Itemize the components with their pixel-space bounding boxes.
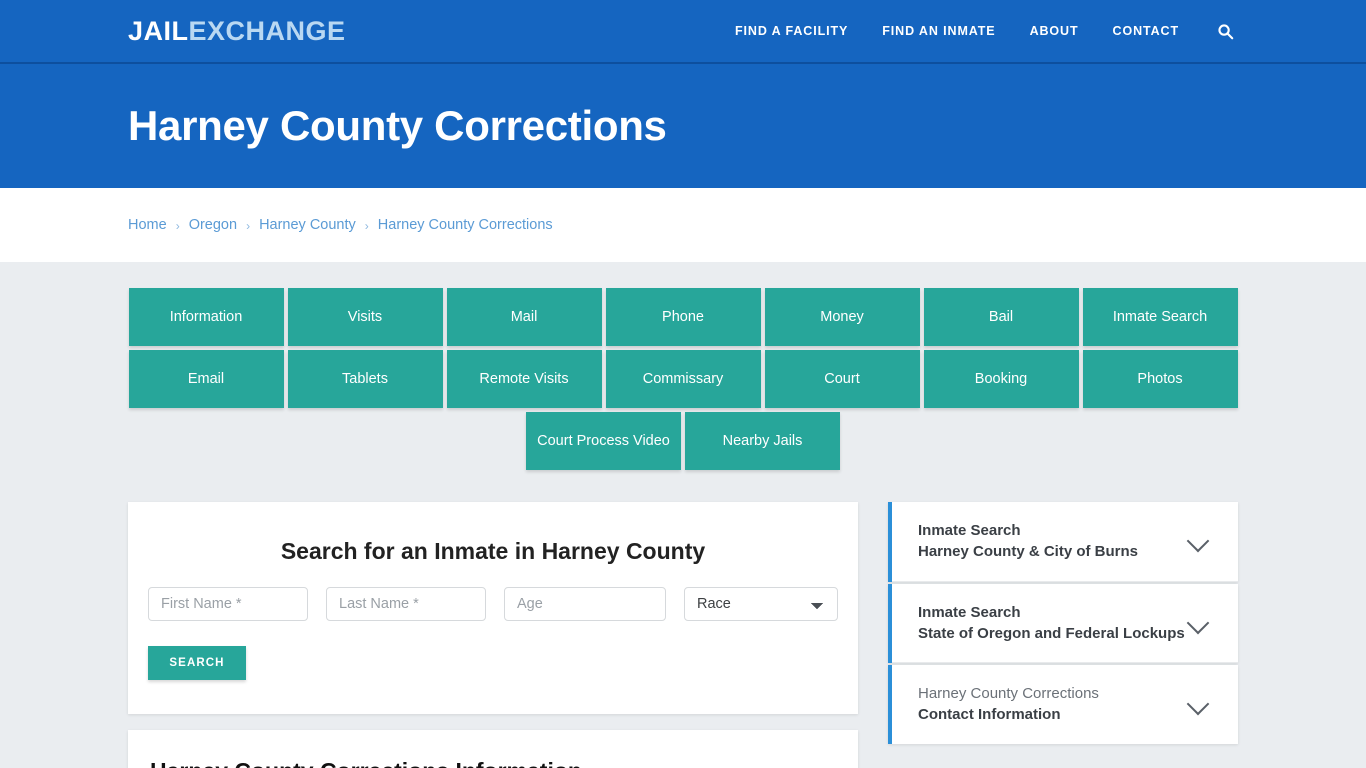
tile-money[interactable]: Money: [764, 288, 920, 346]
breadcrumb-item-home[interactable]: Home: [128, 217, 167, 233]
accordion-item-contact-information[interactable]: Harney County Corrections Contact Inform…: [888, 665, 1238, 744]
tile-booking[interactable]: Booking: [923, 350, 1079, 408]
page-title: Harney County Corrections: [128, 102, 667, 149]
tile-tablets[interactable]: Tablets: [287, 350, 443, 408]
primary-nav: FIND A FACILITY FIND AN INMATE ABOUT CON…: [735, 23, 1342, 40]
content-columns: Search for an Inmate in Harney County Ra…: [128, 502, 1238, 768]
content-container: Information Visits Mail Phone Money Bail…: [128, 288, 1238, 768]
inmate-search-card: Search for an Inmate in Harney County Ra…: [128, 502, 858, 714]
tile-mail[interactable]: Mail: [446, 288, 602, 346]
facility-information-card: Harney County Corrections Information: [128, 730, 858, 768]
hero-banner: Harney County Corrections: [0, 64, 1366, 188]
breadcrumb-item-oregon[interactable]: Oregon: [189, 217, 237, 233]
first-name-input[interactable]: [148, 587, 308, 621]
chevron-right-icon: ›: [246, 219, 251, 233]
tile-phone[interactable]: Phone: [605, 288, 761, 346]
logo-text-jail: JAIL: [128, 15, 189, 46]
breadcrumb-bar: Home › Oregon › Harney County › Harney C…: [0, 188, 1366, 262]
chevron-right-icon: ›: [364, 219, 369, 233]
chevron-down-icon[interactable]: [1186, 611, 1210, 635]
tile-court[interactable]: Court: [764, 350, 920, 408]
accordion-title-line1: Inmate Search: [918, 603, 1021, 621]
accordion-title-line2: State of Oregon and Federal Lockups: [918, 624, 1185, 642]
nav-item-about[interactable]: ABOUT: [1030, 24, 1079, 38]
tile-inmate-search[interactable]: Inmate Search: [1082, 288, 1238, 346]
breadcrumb-item-harney-county[interactable]: Harney County: [259, 217, 356, 233]
facility-section-tiles-row3: Court Process Video Nearby Jails: [128, 412, 1238, 470]
nav-item-contact[interactable]: CONTACT: [1113, 24, 1179, 38]
search-heading: Search for an Inmate in Harney County: [280, 538, 706, 564]
tile-nearby-jails[interactable]: Nearby Jails: [685, 412, 840, 470]
facility-section-tiles: Information Visits Mail Phone Money Bail…: [128, 288, 1238, 408]
accordion-title-line2: Harney County & City of Burns: [918, 543, 1139, 561]
facility-information-heading: Harney County Corrections Information: [150, 758, 836, 768]
logo-text-exchange: EXCHANGE: [188, 15, 346, 46]
breadcrumb-item-current[interactable]: Harney County Corrections: [378, 217, 553, 233]
tile-email[interactable]: Email: [128, 350, 284, 408]
search-form-row: Race: [148, 587, 838, 621]
tile-commissary[interactable]: Commissary: [605, 350, 761, 408]
top-navbar: JAILEXCHANGE FIND A FACILITY FIND AN INM…: [0, 0, 1366, 64]
chevron-down-icon[interactable]: [1186, 529, 1210, 553]
tile-court-process-video[interactable]: Court Process Video: [526, 412, 681, 470]
race-select[interactable]: Race: [684, 587, 838, 621]
chevron-right-icon: ›: [175, 219, 180, 233]
accordion-title-line2: Contact Information: [918, 706, 1061, 724]
nav-item-find-a-facility[interactable]: FIND A FACILITY: [735, 24, 848, 38]
last-name-input[interactable]: [326, 587, 486, 621]
tile-photos[interactable]: Photos: [1082, 350, 1238, 408]
age-input[interactable]: [504, 587, 666, 621]
chevron-down-icon[interactable]: [1186, 693, 1210, 716]
search-button[interactable]: SEARCH: [148, 646, 246, 680]
site-logo[interactable]: JAILEXCHANGE: [128, 16, 346, 47]
tile-information[interactable]: Information: [128, 288, 284, 346]
accordion-title-line1: Inmate Search: [918, 522, 1021, 539]
tile-remote-visits[interactable]: Remote Visits: [446, 350, 602, 408]
sidebar: Inmate Search Harney County & City of Bu…: [888, 502, 1238, 746]
page-body: Information Visits Mail Phone Money Bail…: [0, 262, 1366, 768]
accordion-item-inmate-search-state[interactable]: Inmate Search State of Oregon and Federa…: [888, 583, 1238, 664]
breadcrumb: Home › Oregon › Harney County › Harney C…: [128, 217, 553, 233]
nav-item-find-an-inmate[interactable]: FIND AN INMATE: [882, 24, 995, 38]
accordion-title-line1: Harney County Corrections: [918, 685, 1099, 703]
tile-bail[interactable]: Bail: [923, 288, 1079, 346]
main-column: Search for an Inmate in Harney County Ra…: [128, 502, 858, 768]
accordion-item-inmate-search-county[interactable]: Inmate Search Harney County & City of Bu…: [888, 502, 1238, 582]
search-icon[interactable]: [1217, 23, 1234, 40]
tile-visits[interactable]: Visits: [287, 288, 443, 346]
